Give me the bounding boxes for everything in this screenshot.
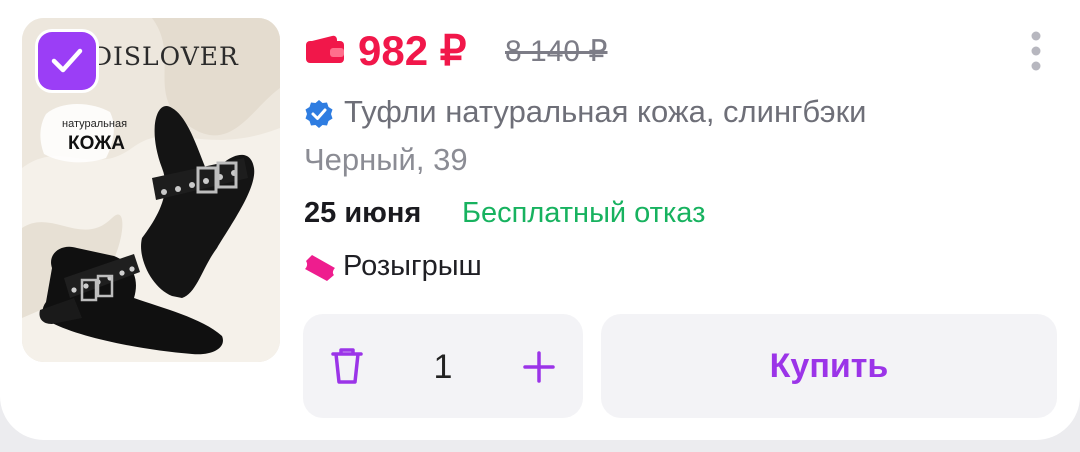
- product-variant: Черный, 39: [304, 142, 468, 177]
- cart-item-card: DISLOVER натуральная КОЖА 982 ₽ 8 140 ₽ …: [0, 0, 1080, 440]
- quantity-value: 1: [433, 348, 453, 386]
- current-price: 982 ₽: [358, 27, 467, 74]
- buy-button[interactable]: Купить: [601, 314, 1057, 418]
- trash-icon[interactable]: [325, 344, 369, 388]
- more-options-icon[interactable]: [1024, 30, 1048, 74]
- quantity-stepper: 1: [303, 314, 583, 418]
- old-price: 8 140 ₽: [505, 35, 608, 68]
- delivery-date: 25 июня: [304, 197, 422, 229]
- ticket-icon: [305, 255, 335, 281]
- raffle-label[interactable]: Розыгрыш: [343, 250, 482, 283]
- brand-logo: DISLOVER: [92, 42, 239, 71]
- leather-badge-main: КОЖА: [68, 133, 126, 154]
- free-return-label: Бесплатный отказ: [462, 197, 706, 229]
- checkmark-icon: [51, 48, 83, 73]
- product-title[interactable]: Туфли натуральная кожа, слингбэки: [344, 94, 867, 130]
- leather-badge-top: натуральная: [62, 118, 128, 130]
- plus-icon[interactable]: [519, 347, 559, 387]
- select-checkbox[interactable]: [38, 32, 96, 90]
- wallet-icon: [306, 35, 344, 63]
- verified-seller-icon: [305, 100, 333, 128]
